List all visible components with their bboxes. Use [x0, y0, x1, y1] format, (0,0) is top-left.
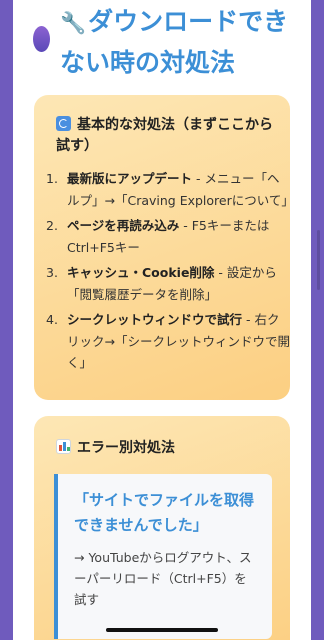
basic-fixes-card: 基本的な対処法（まずここから試す） 1. 最新版にアップデート - メニュー「ヘ… — [34, 95, 294, 400]
error-fixes-card: エラー別対処法 「サイトでファイルを取得できませんでした」 → YouTubeか… — [34, 416, 290, 640]
basic-fixes-heading-text: 基本的な対処法（まずここから試す） — [56, 117, 273, 154]
list-item: 4. シークレットウィンドウで試行 - 右クリック→「シークレットウィンドウで開… — [34, 309, 290, 374]
refresh-icon — [56, 116, 71, 131]
error-fixes-heading: エラー別対処法 — [56, 438, 274, 459]
page-title: 🔧ダウンロードできない時の対処法 — [60, 2, 300, 82]
error-note-title: 「サイトでファイルを取得できませんでした」 — [74, 491, 255, 534]
decorative-blob — [33, 26, 50, 52]
list-item-title: キャッシュ・Cookie削除 — [67, 265, 215, 280]
scrollbar[interactable] — [317, 230, 320, 290]
list-item-number: 2. — [46, 218, 58, 233]
error-fixes-heading-text: エラー別対処法 — [77, 440, 175, 456]
list-item: 1. 最新版にアップデート - メニュー「ヘルプ」→「Craving Explo… — [34, 168, 294, 211]
error-note-body: → YouTubeからログアウト、スーパーリロード（Ctrl+F5）を試す — [74, 550, 252, 607]
list-item-title: ページを再読み込み — [67, 218, 180, 233]
error-note: 「サイトでファイルを取得できませんでした」 → YouTubeからログアウト、ス… — [54, 474, 272, 639]
page-title-text: ダウンロードできない時の対処法 — [60, 7, 289, 77]
list-item: 3. キャッシュ・Cookie削除 - 設定から「閲覧履歴データを削除」 — [34, 262, 290, 305]
bar-chart-icon — [56, 439, 71, 454]
wrench-icon: 🔧 — [60, 11, 87, 35]
list-item: 2. ページを再読み込み - F5キーまたはCtrl+F5キー — [34, 215, 290, 258]
list-item-number: 3. — [46, 265, 58, 280]
basic-fixes-list: 1. 最新版にアップデート - メニュー「ヘルプ」→「Craving Explo… — [34, 168, 294, 378]
list-item-number: 4. — [46, 312, 58, 327]
list-item-title: 最新版にアップデート — [67, 171, 193, 186]
home-indicator[interactable] — [106, 628, 218, 632]
basic-fixes-heading: 基本的な対処法（まずここから試す） — [56, 115, 274, 157]
list-item-title: シークレットウィンドウで試行 — [67, 312, 243, 327]
page-content: 🔧ダウンロードできない時の対処法 基本的な対処法（まずここから試す） 1. 最新… — [13, 0, 311, 640]
list-item-number: 1. — [46, 171, 58, 186]
